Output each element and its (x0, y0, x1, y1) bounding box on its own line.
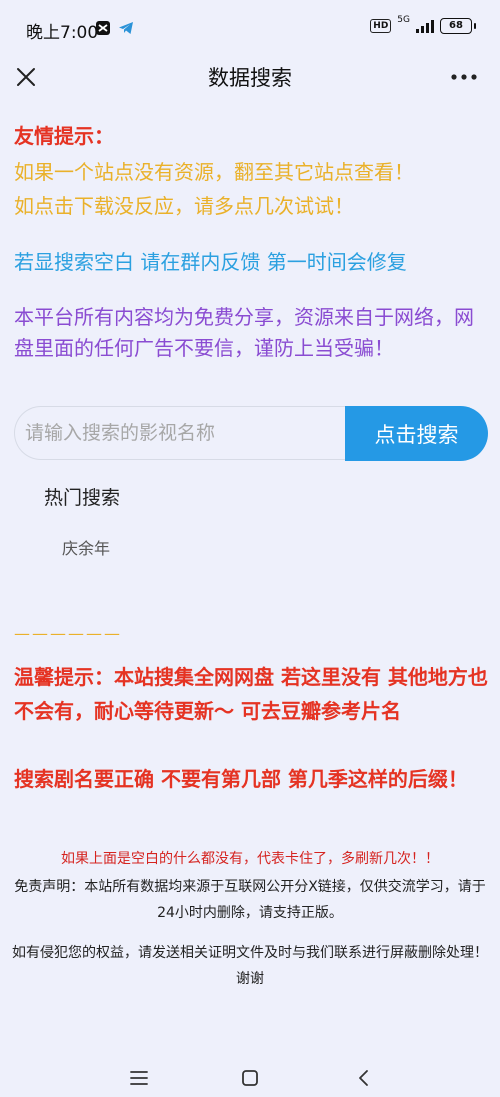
warm-tip: 温馨提示：本站搜集全网网盘 若这里没有 其他地方也不会有，耐心等待更新～ 可去豆… (14, 665, 488, 723)
notice-line-1: 如果一个站点没有资源，翻至其它站点查看！ (14, 160, 414, 184)
battery-icon: 68 (440, 18, 476, 34)
title-bar: 数据搜索 (0, 58, 500, 96)
menu-icon[interactable] (128, 1068, 150, 1088)
hd-badge: HD (370, 19, 392, 33)
status-indicators: HD 5G 68 (370, 14, 476, 34)
hot-search-title: 热门搜索 (44, 487, 121, 509)
notice-title: 友情提示： (14, 124, 114, 148)
telegram-icon (119, 22, 133, 34)
hot-search-item[interactable]: 庆余年 (62, 535, 110, 559)
more-icon[interactable] (450, 67, 478, 87)
home-icon[interactable] (239, 1068, 261, 1088)
search-input[interactable] (14, 406, 345, 460)
system-nav-bar (0, 1060, 500, 1097)
disclaimer: 免责声明：本站所有数据均来源于互联网公开分X链接，仅供交流学习，请于24小时内删… (14, 879, 486, 921)
notice-feedback: 若显搜索空白 请在群内反馈 第一时间会修复 (14, 250, 407, 274)
back-icon[interactable] (353, 1068, 375, 1088)
status-bar: 晚上7:00 HD 5G 68 (0, 0, 500, 58)
refresh-tip: 如果上面是空白的什么都没有，代表卡住了，多刷新几次！！ (61, 851, 439, 867)
search-tip: 搜索剧名要正确 不要有第几部 第几季这样的后缀！ (14, 767, 468, 791)
page-title: 数据搜索 (208, 66, 292, 90)
notice-warning: 本平台所有内容均为免费分享，资源来自于网络，网盘里面的任何广告不要信，谨防上当受… (14, 305, 474, 360)
capcut-icon (96, 21, 110, 35)
infringement-notice: 如有侵犯您的权益，请发送相关证明文件及时与我们联系进行屏蔽删除处理！谢谢 (12, 945, 488, 987)
search-bar: 点击搜索 (14, 406, 488, 462)
signal-icon (416, 19, 434, 33)
network-label: 5G (397, 14, 410, 25)
notice-line-2: 如点击下载没反应，请多点几次试试！ (14, 194, 354, 218)
search-button[interactable]: 点击搜索 (345, 406, 488, 461)
divider: —————— (14, 624, 122, 643)
status-time: 晚上7:00 (26, 23, 99, 43)
